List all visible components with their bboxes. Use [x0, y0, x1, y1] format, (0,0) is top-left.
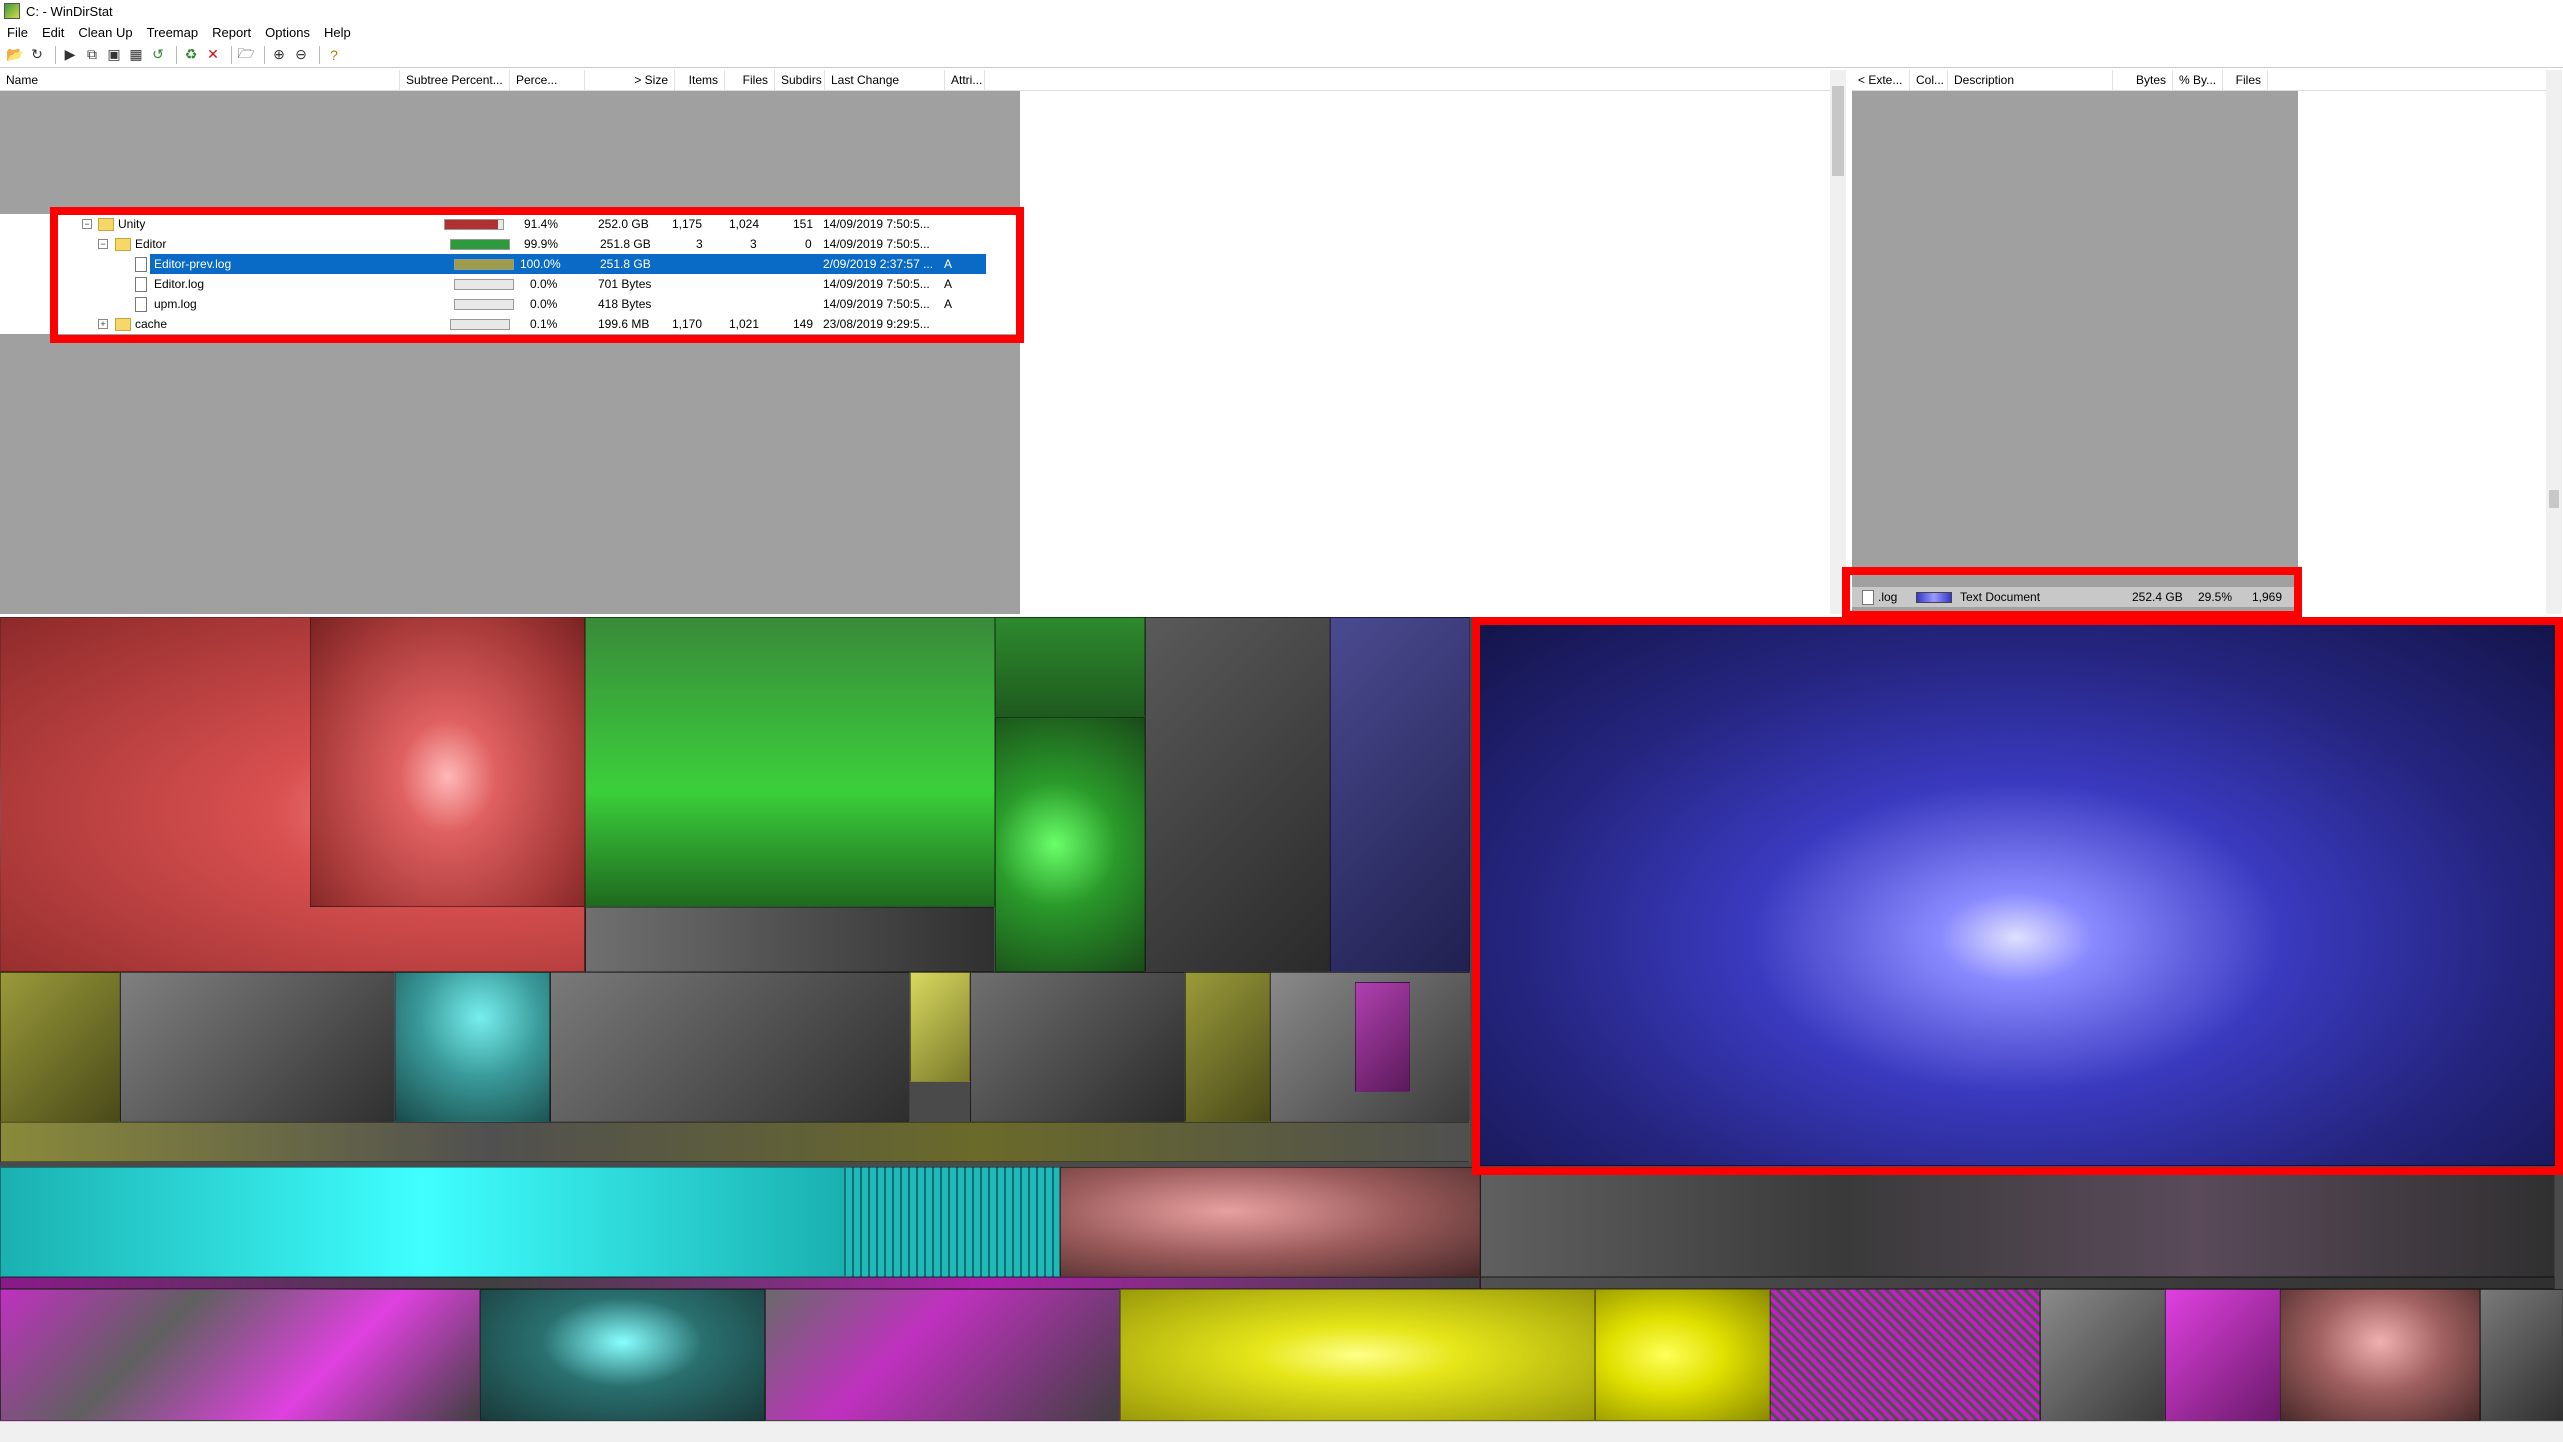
treemap-cell-olive-2[interactable]: [1185, 972, 1270, 1122]
treemap-cell-yellow-small[interactable]: [910, 972, 970, 1082]
toolbar-separator: [55, 46, 56, 64]
play-icon[interactable]: ▶: [61, 46, 79, 64]
toolbar-separator: [231, 46, 232, 64]
toolbar: 📂 ↻ ▶ ⧉ ▣ ▦ ↺ ♻ ✕ 🗁 ⊕ ⊖ ?: [0, 42, 2563, 68]
copy-icon[interactable]: ⧉: [83, 46, 101, 64]
column-percent[interactable]: Perce...: [510, 70, 585, 90]
menu-file[interactable]: File: [0, 25, 35, 40]
treemap-cell-magenta[interactable]: [2165, 1289, 2280, 1421]
treemap-cell-green-small[interactable]: [995, 617, 1145, 717]
scrollbar-thumb[interactable]: [2549, 490, 2559, 508]
treemap-cell-grey-strip-2[interactable]: [1480, 1173, 2555, 1277]
menu-edit[interactable]: Edit: [35, 25, 71, 40]
treemap-cell-strip[interactable]: [0, 1122, 1470, 1162]
treemap-cell-green-bright[interactable]: [995, 717, 1145, 972]
app-icon: [4, 3, 20, 19]
refresh-all-icon[interactable]: ↺: [149, 46, 167, 64]
toolbar-separator: [319, 46, 320, 64]
treemap-cell-grey-block-6[interactable]: [2480, 1289, 2563, 1421]
menu-treemap[interactable]: Treemap: [140, 25, 206, 40]
cmd-icon[interactable]: ▦: [127, 46, 145, 64]
column-color[interactable]: Col...: [1910, 70, 1948, 90]
treemap-cell-grey-block-3[interactable]: [970, 972, 1185, 1122]
treemap-cell-grey-strip[interactable]: [585, 907, 995, 972]
treemap-cell-yellow[interactable]: [1120, 1289, 1595, 1421]
column-files[interactable]: Files: [725, 70, 775, 90]
directory-highlight-box: [50, 207, 1024, 343]
column-extension[interactable]: < Exte...: [1852, 70, 1910, 90]
menu-clean-up[interactable]: Clean Up: [71, 25, 139, 40]
treemap-cell-thin-strip-2[interactable]: [1480, 1277, 2555, 1289]
zoom-in-icon[interactable]: ⊕: [270, 46, 288, 64]
extension-list-background: [1852, 91, 2298, 614]
treemap-cell-cyan[interactable]: [0, 1167, 845, 1277]
zoom-out-icon[interactable]: ⊖: [292, 46, 310, 64]
treemap-cell-thin-strip[interactable]: [0, 1277, 1480, 1289]
treemap-cell-magenta-small[interactable]: [1355, 982, 1410, 1092]
title-bar: C: - WinDirStat: [0, 0, 2563, 22]
help-icon[interactable]: ?: [325, 46, 343, 64]
treemap-cell-olive[interactable]: [0, 972, 120, 1122]
refresh-icon[interactable]: ↻: [28, 46, 46, 64]
new-folder-icon[interactable]: 🗁: [237, 46, 255, 64]
column-size[interactable]: > Size: [585, 70, 675, 90]
treemap-cell-magenta-grey[interactable]: [0, 1289, 480, 1421]
treemap-cell-rose[interactable]: [1060, 1167, 1480, 1277]
column-name[interactable]: Name: [0, 70, 400, 90]
treemap-cell-cyan-dense[interactable]: [845, 1167, 1060, 1277]
column-bytes[interactable]: Bytes: [2113, 70, 2173, 90]
column-description[interactable]: Description: [1948, 70, 2113, 90]
treemap-cell-dark-teal[interactable]: [480, 1289, 765, 1421]
directory-list-header: Name Subtree Percent... Perce... > Size …: [0, 70, 1830, 91]
treemap-cell-red-highlight[interactable]: [310, 617, 585, 907]
delete-icon[interactable]: ✕: [204, 46, 222, 64]
column-subdirs[interactable]: Subdirs: [775, 70, 825, 90]
open-icon[interactable]: 📂: [6, 46, 24, 64]
treemap-cell-yellow-2[interactable]: [1595, 1289, 1770, 1421]
scrollbar-thumb[interactable]: [1832, 86, 1844, 176]
menu-help[interactable]: Help: [317, 25, 358, 40]
menu-report[interactable]: Report: [205, 25, 258, 40]
extension-scrollbar[interactable]: [2546, 70, 2562, 614]
window-title: C: - WinDirStat: [26, 4, 113, 19]
treemap-cell-grey-block-2[interactable]: [550, 972, 910, 1122]
treemap-cell-grey-block[interactable]: [120, 972, 395, 1122]
column-subtree-percent[interactable]: Subtree Percent...: [400, 70, 510, 90]
column-last-change[interactable]: Last Change: [825, 70, 945, 90]
treemap-cell-grey[interactable]: [1145, 617, 1330, 972]
directory-scrollbar[interactable]: [1830, 70, 1846, 614]
menu-options[interactable]: Options: [258, 25, 317, 40]
recycle-icon[interactable]: ♻: [182, 46, 200, 64]
treemap-cell-rose-2[interactable]: [2280, 1289, 2480, 1421]
column-attributes[interactable]: Attri...: [945, 70, 985, 90]
extension-list-header: < Exte... Col... Description Bytes % By.…: [1852, 70, 2562, 91]
status-bar: [0, 1421, 2563, 1442]
treemap-cell-teal[interactable]: [395, 972, 550, 1122]
explorer-icon[interactable]: ▣: [105, 46, 123, 64]
extension-highlight-box: [1842, 567, 2302, 619]
treemap-cell-magenta-dense[interactable]: [1770, 1289, 2040, 1421]
toolbar-separator: [176, 46, 177, 64]
toolbar-separator: [264, 46, 265, 64]
column-percent-bytes[interactable]: % By...: [2173, 70, 2223, 90]
treemap-cell-green[interactable]: [585, 617, 995, 907]
directory-list-background: [0, 91, 1020, 614]
menu-bar: File Edit Clean Up Treemap Report Option…: [0, 22, 2563, 42]
column-items[interactable]: Items: [675, 70, 725, 90]
column-files[interactable]: Files: [2223, 70, 2268, 90]
treemap-cell-blue-small[interactable]: [1330, 617, 1470, 972]
treemap-cell-grey-block-5[interactable]: [2040, 1289, 2165, 1421]
treemap-cell-mixed[interactable]: [765, 1289, 1120, 1421]
treemap-highlight-box: [1472, 617, 2563, 1175]
